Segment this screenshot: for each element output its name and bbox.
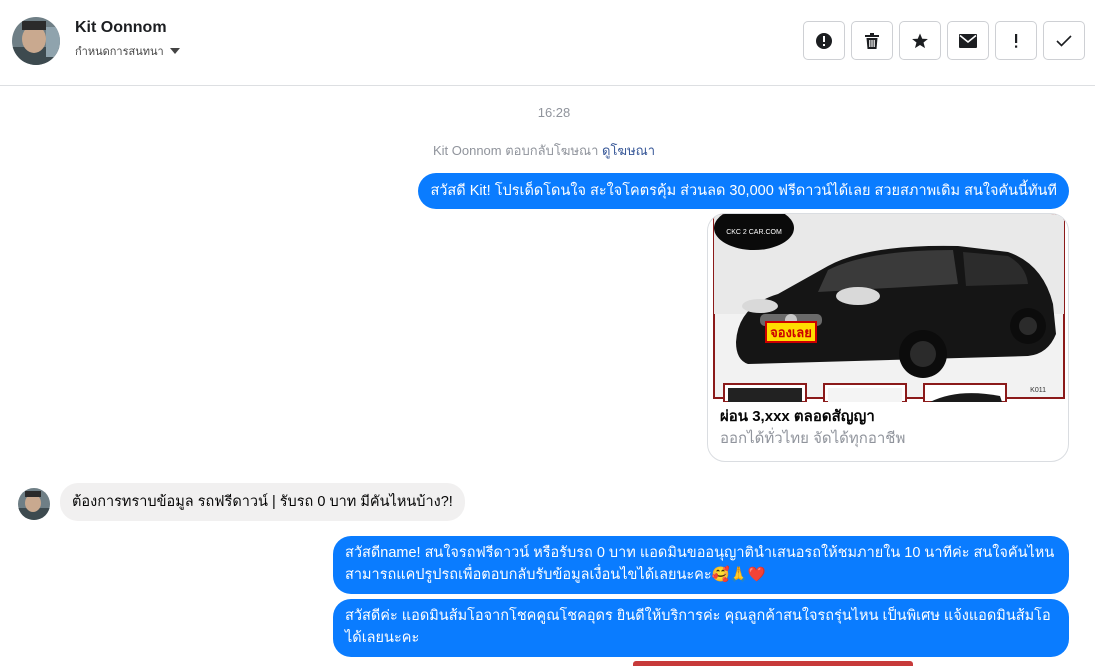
check-icon xyxy=(1056,34,1072,47)
ad-reply-text: Kit Oonnom ตอบกลับโฆษณา xyxy=(432,143,602,158)
mail-icon xyxy=(959,33,977,48)
book-now-sticker: จองเลย xyxy=(770,325,812,340)
report-button[interactable] xyxy=(803,21,845,60)
message-thread[interactable]: 16:28 Kit Oonnom ตอบกลับโฆษณา ดูโฆษณา สว… xyxy=(0,87,1095,666)
caret-down-icon xyxy=(169,48,180,54)
ad-subtitle: ออกได้ทั่วไทย จัดได้ทุกอาชีพ xyxy=(720,430,906,447)
sender-avatar[interactable] xyxy=(18,488,50,520)
dealer-logo-text: CKC 2 CAR.COM xyxy=(726,229,782,236)
conversation-settings-label: กำหนดการสนทนา xyxy=(75,46,164,58)
star-button[interactable] xyxy=(899,21,941,60)
ad-title: ผ่อน 3,xxx ตลอดสัญญา xyxy=(720,408,875,425)
view-ad-link[interactable]: ดูโฆษณา xyxy=(602,143,655,158)
contact-avatar[interactable] xyxy=(12,17,60,65)
incoming-message: ต้องการทราบข้อมูล รถฟรีดาวน์ | รับรถ 0 บ… xyxy=(60,483,465,521)
outgoing-message: สวัสดี Kit! โปรเด็ดโดนใจ สะใจโคตรคุ้ม ส่… xyxy=(418,173,1069,209)
partial-image-preview xyxy=(633,661,913,666)
star-icon xyxy=(912,33,928,48)
header-actions xyxy=(803,21,1085,60)
message-timestamp: 16:28 xyxy=(537,105,571,120)
delete-button[interactable] xyxy=(851,21,893,60)
mark-unread-button[interactable] xyxy=(947,21,989,60)
contact-name[interactable]: Kit Oonnom xyxy=(75,19,167,37)
ad-reply-notice: Kit Oonnom ตอบกลับโฆษณา ดูโฆษณา xyxy=(0,140,1088,161)
car-code: K011 xyxy=(1030,387,1046,394)
ad-card[interactable]: CKC 2 CAR.COM จองเลย K011 ผ่อน 3,xxx ตลอ… xyxy=(707,213,1069,462)
report-icon xyxy=(816,32,832,49)
exclamation-icon xyxy=(1015,33,1018,48)
outgoing-message: สวัสดีname! สนใจรถฟรีดาวน์ หรือรับรถ 0 บ… xyxy=(333,536,1069,594)
trash-icon xyxy=(865,32,879,49)
important-button[interactable] xyxy=(995,21,1037,60)
mark-done-button[interactable] xyxy=(1043,21,1085,60)
conversation-header: Kit Oonnom กำหนดการสนทนา xyxy=(0,0,1095,86)
outgoing-message: สวัสดีค่ะ แอดมินส้มโอจากโชคคูณโชคอุดร ยิ… xyxy=(333,599,1069,657)
car-ad-image: CKC 2 CAR.COM จองเลย K011 xyxy=(708,214,1068,402)
conversation-settings-dropdown[interactable]: กำหนดการสนทนา xyxy=(75,42,180,60)
